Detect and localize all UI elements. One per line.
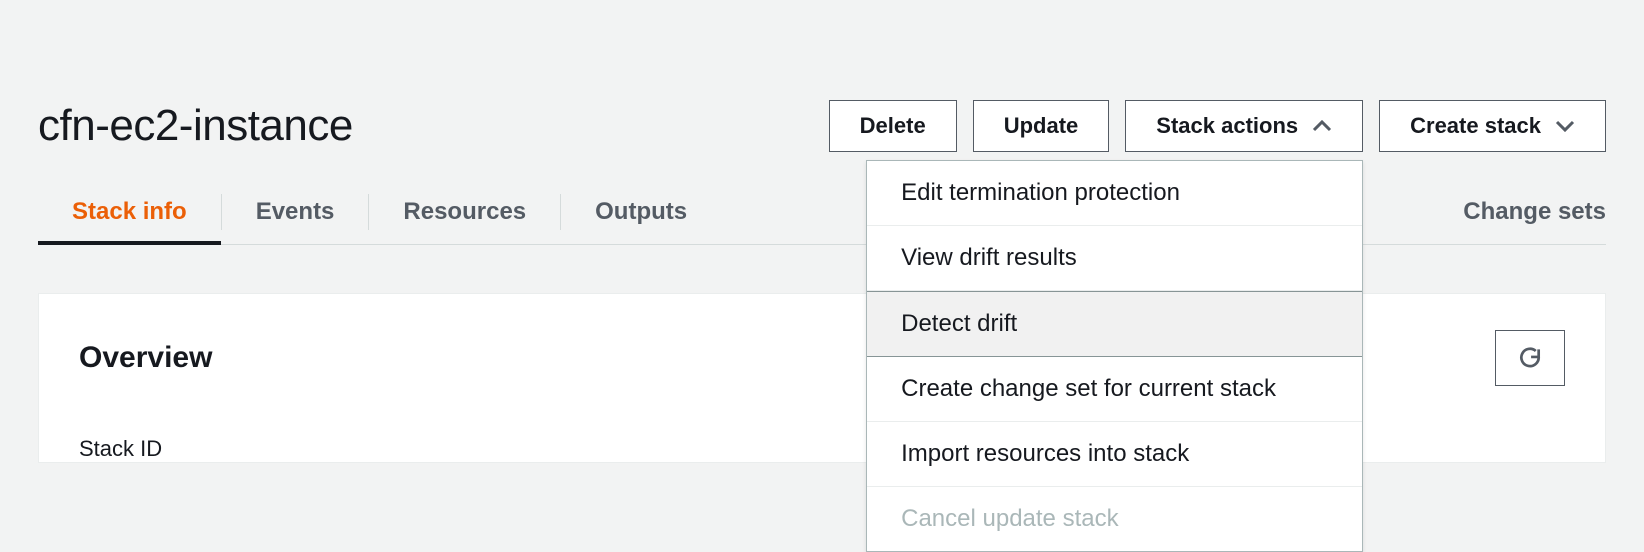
dropdown-item-edit-termination-protection[interactable]: Edit termination protection: [867, 161, 1362, 226]
refresh-icon: [1517, 345, 1543, 371]
refresh-button[interactable]: [1495, 330, 1565, 386]
tab-events[interactable]: Events: [222, 180, 369, 244]
stack-actions-dropdown: Edit termination protection View drift r…: [866, 160, 1363, 552]
action-button-group: Delete Update Stack actions Edit termina…: [829, 100, 1606, 152]
dropdown-item-create-change-set[interactable]: Create change set for current stack: [867, 357, 1362, 422]
tab-resources[interactable]: Resources: [369, 180, 560, 244]
stack-actions-label: Stack actions: [1156, 113, 1298, 139]
panel-title: Overview: [79, 341, 212, 375]
delete-button[interactable]: Delete: [829, 100, 957, 152]
caret-down-icon: [1555, 120, 1575, 132]
page-title: cfn-ec2-instance: [38, 101, 353, 151]
stack-actions-button[interactable]: Stack actions: [1125, 100, 1363, 152]
tab-outputs[interactable]: Outputs: [561, 180, 721, 244]
dropdown-item-cancel-update-stack: Cancel update stack: [867, 487, 1362, 551]
delete-button-label: Delete: [860, 113, 926, 139]
tab-change-sets[interactable]: Change sets: [1463, 180, 1606, 244]
dropdown-item-import-resources[interactable]: Import resources into stack: [867, 422, 1362, 487]
overview-panel: Overview Stack ID: [38, 293, 1606, 463]
update-button-label: Update: [1004, 113, 1079, 139]
dropdown-item-view-drift-results[interactable]: View drift results: [867, 226, 1362, 291]
tab-stack-info[interactable]: Stack info: [38, 180, 221, 244]
update-button[interactable]: Update: [973, 100, 1110, 152]
create-stack-button[interactable]: Create stack: [1379, 100, 1606, 152]
dropdown-item-detect-drift[interactable]: Detect drift: [867, 291, 1362, 357]
caret-up-icon: [1312, 120, 1332, 132]
create-stack-label: Create stack: [1410, 113, 1541, 139]
tabs: Stack info Events Resources Outputs Chan…: [38, 180, 1606, 245]
